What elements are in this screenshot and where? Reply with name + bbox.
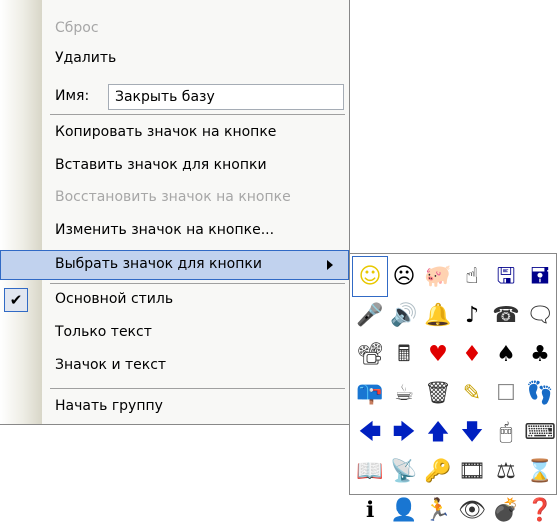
menu-item-label: Сброс xyxy=(55,20,99,36)
menu-item-label: Основной стиль xyxy=(55,291,174,307)
floppy-disk-icon[interactable]: 🖫 xyxy=(489,257,523,296)
menu-item-delete[interactable]: Удалить xyxy=(0,44,349,74)
menu-item-copy-icon[interactable]: Копировать значок на кнопке xyxy=(0,118,349,148)
eye-icon[interactable]: 👁 xyxy=(455,491,489,530)
trash-can-icon[interactable]: 🗑 xyxy=(421,374,455,413)
help-question-icon[interactable]: ❓ xyxy=(523,491,557,530)
icon-grid: ☺ ☹ 🐖 ☝ 🖫 🖬 🎤 🔊 🔔 ♪ ☎ 🗨 📽 🖩 ♥ ♦ ♠ ♣ 📪 ☕ 🗑 ✎ ☐ 👣 🡄 🡆 🡅 🡇 🖱 ⌨ 📖 📡 🔑 🎞 ⚖ ⌛ ℹ 👤 🏃 👁… xyxy=(352,256,557,530)
menu-separator xyxy=(50,388,345,389)
name-label: Имя: xyxy=(55,88,90,104)
menu-separator xyxy=(50,283,345,284)
arrow-right-icon[interactable]: 🡆 xyxy=(387,413,421,452)
book-icon[interactable]: 📖 xyxy=(353,452,387,491)
microphone-icon[interactable]: 🎤 xyxy=(353,296,387,335)
menu-separator xyxy=(50,114,345,115)
menu-item-label: Изменить значок на кнопке... xyxy=(55,222,275,238)
footprints-icon[interactable]: 👣 xyxy=(523,374,557,413)
running-person-icon[interactable]: 🏃 xyxy=(421,491,455,530)
smiley-icon[interactable]: ☺ xyxy=(352,256,388,297)
arrow-down-icon[interactable]: 🡇 xyxy=(455,413,489,452)
spade-icon[interactable]: ♠ xyxy=(489,335,523,374)
sad-face-icon[interactable]: ☹ xyxy=(387,257,421,296)
bell-icon[interactable]: 🔔 xyxy=(421,296,455,335)
blank-square-icon[interactable]: ☐ xyxy=(489,374,523,413)
music-note-icon[interactable]: ♪ xyxy=(455,296,489,335)
telephone-icon[interactable]: ☎ xyxy=(489,296,523,335)
heart-icon[interactable]: ♥ xyxy=(421,335,455,374)
menu-item-label: Значок и текст xyxy=(55,357,167,373)
info-person-icon[interactable]: ℹ xyxy=(353,491,387,530)
cup-icon[interactable]: ☕ xyxy=(387,374,421,413)
menu-item-reset: Сброс xyxy=(0,14,349,44)
submenu-arrow-icon xyxy=(327,260,333,270)
menu-item-icon-and-text[interactable]: Значок и текст xyxy=(0,351,349,381)
projector-icon[interactable]: 📽 xyxy=(353,335,387,374)
menu-item-label: Только текст xyxy=(55,324,152,340)
keyboard-icon[interactable]: ⌨ xyxy=(523,413,557,452)
mailbox-icon[interactable]: 📪 xyxy=(353,374,387,413)
menu-item-begin-group[interactable]: Начать группу xyxy=(0,392,349,422)
menu-item-edit-icon[interactable]: Изменить значок на кнопке... xyxy=(0,216,349,246)
floppy-disk-alt-icon[interactable]: 🖬 xyxy=(523,257,557,296)
speech-bubble-icon[interactable]: 🗨 xyxy=(523,296,557,335)
mouse-icon[interactable]: 🖱 xyxy=(489,413,523,452)
menu-item-paste-icon[interactable]: Вставить значок для кнопки xyxy=(0,151,349,181)
hand-pointer-icon[interactable]: ☝ xyxy=(455,257,489,296)
menu-item-default-style[interactable]: ✔ Основной стиль xyxy=(0,285,349,315)
menu-item-label: Удалить xyxy=(55,50,117,66)
menu-item-choose-icon[interactable]: Выбрать значок для кнопки xyxy=(0,250,349,280)
icon-picker: ☺ ☹ 🐖 ☝ 🖫 🖬 🎤 🔊 🔔 ♪ ☎ 🗨 📽 🖩 ♥ ♦ ♠ ♣ 📪 ☕ 🗑 ✎ ☐ 👣 🡄 🡆 🡅 🡇 🖱 ⌨ 📖 📡 🔑 🎞 ⚖ ⌛ ℹ 👤 🏃 👁… xyxy=(349,253,557,521)
name-field[interactable]: Закрыть базу xyxy=(108,84,344,110)
bomb-icon[interactable]: 💣 xyxy=(489,491,523,530)
speaker-icon[interactable]: 🔊 xyxy=(387,296,421,335)
menu-item-label: Вставить значок для кнопки xyxy=(55,157,267,173)
menu-item-label: Восстановить значок на кнопке xyxy=(55,189,291,205)
scales-icon[interactable]: ⚖ xyxy=(489,452,523,491)
arrow-left-icon[interactable]: 🡄 xyxy=(353,413,387,452)
club-icon[interactable]: ♣ xyxy=(523,335,557,374)
pencil-icon[interactable]: ✎ xyxy=(455,374,489,413)
head-silhouette-icon[interactable]: 👤 xyxy=(387,491,421,530)
menu-item-label: Начать группу xyxy=(55,398,163,414)
calculator-icon[interactable]: 🖩 xyxy=(387,335,421,374)
context-menu: Сброс Удалить Имя: Закрыть базу Копирова… xyxy=(0,0,350,425)
piggy-bank-icon[interactable]: 🐖 xyxy=(421,257,455,296)
hourglass-icon[interactable]: ⌛ xyxy=(523,452,557,491)
film-reel-icon[interactable]: 🎞 xyxy=(455,452,489,491)
menu-item-name: Имя: Закрыть базу xyxy=(0,82,349,112)
key-icon[interactable]: 🔑 xyxy=(421,452,455,491)
menu-item-label: Копировать значок на кнопке xyxy=(55,124,277,140)
menu-item-text-only[interactable]: Только текст xyxy=(0,318,349,348)
menu-item-label: Выбрать значок для кнопки xyxy=(55,256,262,272)
menu-item-restore-icon: Восстановить значок на кнопке xyxy=(0,183,349,213)
signal-waves-icon[interactable]: 📡 xyxy=(387,452,421,491)
checkmark-icon: ✔ xyxy=(4,288,28,312)
diamond-icon[interactable]: ♦ xyxy=(455,335,489,374)
arrow-up-icon[interactable]: 🡅 xyxy=(421,413,455,452)
